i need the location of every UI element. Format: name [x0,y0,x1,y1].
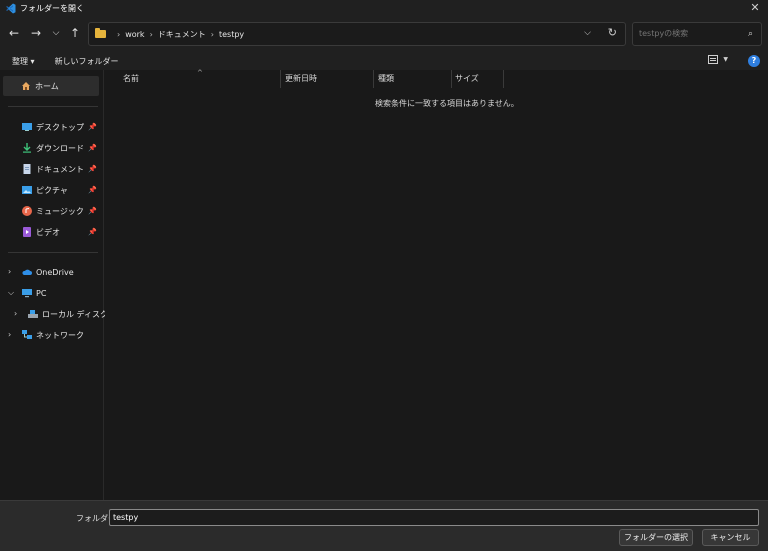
sidebar-item-label: OneDrive [36,267,74,277]
dialog-footer: フォルダー: testpy フォルダーの選択 キャンセル [0,500,768,551]
address-dropdown-chevron-icon[interactable]: ⌵ [584,28,591,38]
breadcrumb-separator-icon: › [117,29,121,39]
video-icon [22,227,32,237]
document-icon [22,164,32,174]
column-resize-handle[interactable] [280,70,281,88]
folder-icon [95,28,106,38]
window-title: フォルダーを開く [20,3,84,13]
expand-chevron-icon[interactable]: › [8,330,11,339]
divider [8,106,98,107]
title-bar: フォルダーを開く ✕ [0,0,768,16]
pin-icon[interactable]: 📌 [88,228,97,236]
sidebar-item-network[interactable]: ネットワーク [22,325,102,345]
download-icon [22,143,32,153]
home-icon [21,81,31,91]
close-icon[interactable]: ✕ [748,1,762,14]
pin-icon[interactable]: 📌 [88,123,97,131]
column-resize-handle[interactable] [373,70,374,88]
folder-name-input[interactable]: testpy [109,509,759,526]
up-arrow-icon[interactable]: ↑ [67,25,83,41]
empty-state-message: 検索条件に一致する項目はありません。 [375,99,519,108]
sidebar-item-label: ミュージック [36,206,84,216]
file-list[interactable]: ^ 名前 更新日時 種類 サイズ 検索条件に一致する項目はありません。 [105,69,768,500]
vscode-icon [4,2,16,14]
cloud-icon [22,267,32,277]
column-resize-handle[interactable] [451,70,452,88]
sidebar-item-local-disk[interactable]: ローカル ディスク (C:) [28,304,125,324]
sidebar-item-label: PC [36,288,47,298]
expand-chevron-icon[interactable]: › [14,309,17,318]
select-folder-button[interactable]: フォルダーの選択 [619,529,693,546]
network-icon [22,330,32,340]
pin-icon[interactable]: 📌 [88,144,97,152]
pin-icon[interactable]: 📌 [88,165,97,173]
expand-chevron-icon[interactable]: › [8,267,11,276]
navigation-pane: ホーム デスクトップ 📌 ダウンロード 📌 ドキュメント 📌 ピクチャ 📌 ミュ… [0,70,125,500]
pin-icon[interactable]: 📌 [88,207,97,215]
back-arrow-icon[interactable]: ← [6,25,22,41]
column-resize-handle[interactable] [503,70,504,88]
collapse-chevron-icon[interactable]: ⌵ [8,288,14,298]
breadcrumb-separator-icon: › [149,29,153,39]
sort-ascending-icon: ^ [197,69,203,77]
sidebar-item-label: ダウンロード [36,143,84,153]
navigation-bar: ← → ⌵ ↑ › work › ドキュメント › testpy ⌵ ↻ ⌕ [0,16,768,52]
chevron-down-icon: ▼ [723,56,728,63]
recent-locations-chevron-icon[interactable]: ⌵ [48,25,64,41]
sidebar-item-onedrive[interactable]: OneDrive [22,262,102,282]
computer-icon [22,288,32,298]
search-icon[interactable]: ⌕ [748,23,753,45]
desktop-icon [22,122,32,132]
breadcrumb-documents[interactable]: ドキュメント [158,29,206,40]
command-bar: 整理 ▾ 新しいフォルダー ▼ ? [0,52,768,70]
column-header-size[interactable]: サイズ [455,70,479,88]
breadcrumb-work[interactable]: work [125,30,144,39]
view-options-button[interactable]: ▼ [708,55,728,64]
column-header-modified[interactable]: 更新日時 [285,70,317,88]
help-icon[interactable]: ? [748,55,760,67]
pin-icon[interactable]: 📌 [88,186,97,194]
sidebar-item-label: ビデオ [36,227,60,237]
drive-icon [28,309,38,319]
column-header-name[interactable]: 名前 [123,70,139,88]
sidebar-item-label: ピクチャ [36,185,68,195]
sidebar-item-pc[interactable]: PC [22,283,102,303]
pictures-icon [22,185,32,195]
search-input[interactable] [639,29,739,38]
sidebar-item-label: ホーム [35,81,59,91]
sidebar-item-label: ネットワーク [36,330,84,340]
breadcrumb-separator-icon: › [210,29,214,39]
music-icon [22,206,32,216]
breadcrumb-testpy[interactable]: testpy [219,30,244,39]
sidebar-item-label: ドキュメント [36,164,84,174]
details-view-icon [708,55,719,64]
cancel-button[interactable]: キャンセル [702,529,759,546]
address-bar[interactable]: › work › ドキュメント › testpy ⌵ ↻ [88,22,626,46]
forward-arrow-icon[interactable]: → [28,25,44,41]
sidebar-item-label: デスクトップ [36,122,84,132]
divider [8,252,98,253]
organize-button[interactable]: 整理 ▾ [12,56,35,67]
sidebar-item-home[interactable]: ホーム [3,76,99,96]
column-header-type[interactable]: 種類 [378,70,394,88]
refresh-icon[interactable]: ↻ [608,26,617,39]
search-box[interactable]: ⌕ [632,22,762,46]
new-folder-button[interactable]: 新しいフォルダー [55,56,119,67]
